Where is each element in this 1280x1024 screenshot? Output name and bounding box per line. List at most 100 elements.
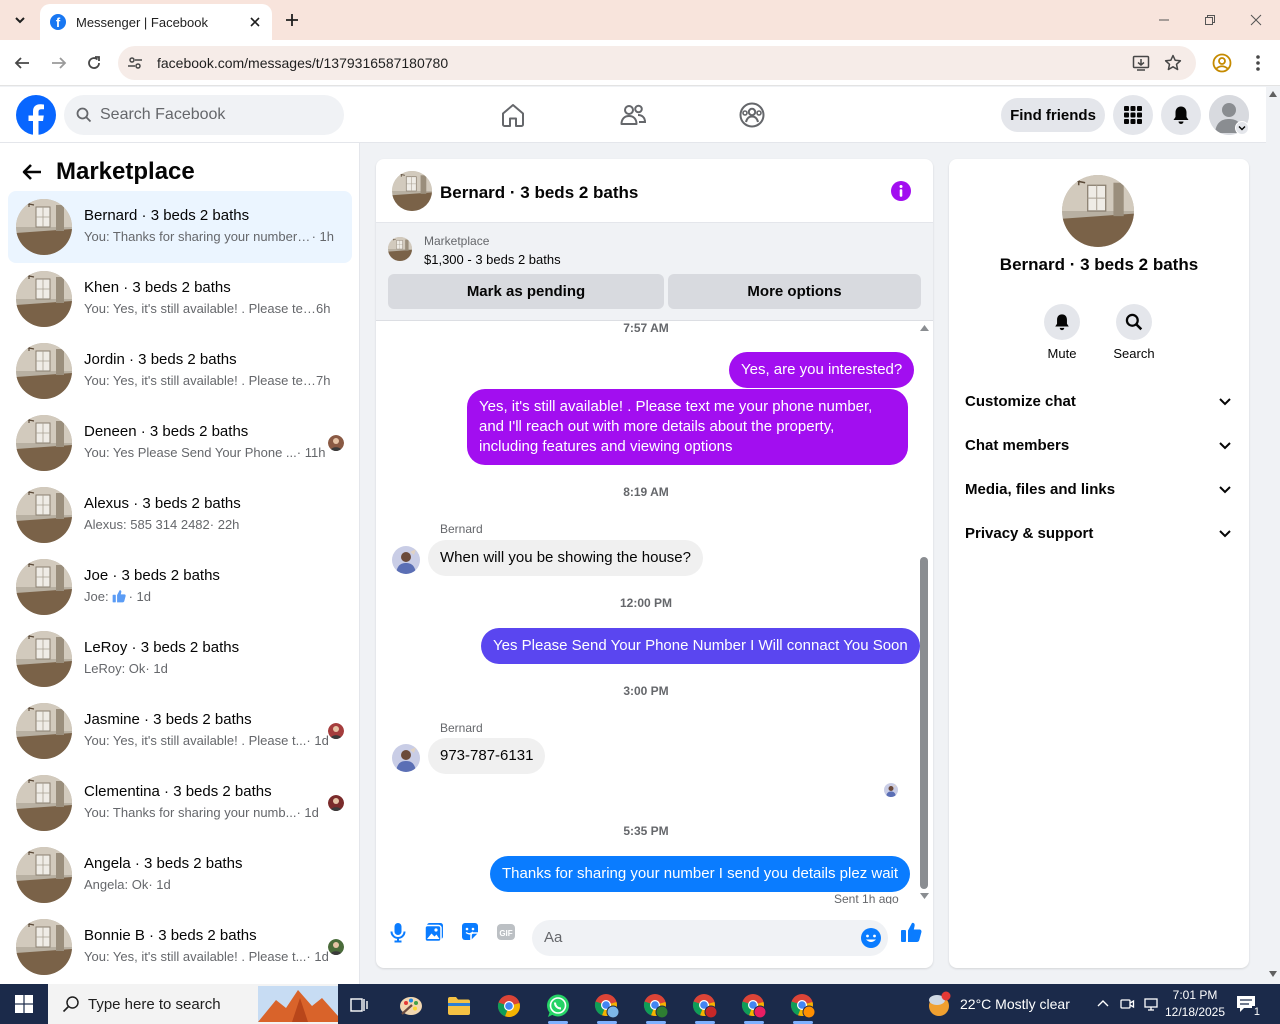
taskbar-app-chrome-profile-2[interactable] xyxy=(636,988,676,1024)
message-bubble-incoming[interactable]: When will you be showing the house? xyxy=(428,540,703,576)
like-thumb-icon[interactable] xyxy=(899,920,923,944)
message-input[interactable]: Aa xyxy=(532,920,888,956)
row-label: Customize chat xyxy=(965,392,1076,410)
nav-groups[interactable] xyxy=(738,101,766,129)
browser-tab-active[interactable]: f Messenger | Facebook xyxy=(40,4,272,40)
sticker-icon[interactable] xyxy=(459,921,481,943)
nav-home[interactable] xyxy=(499,101,527,129)
taskbar-app-file-explorer[interactable] xyxy=(439,988,479,1024)
chat-avatar[interactable] xyxy=(392,171,432,211)
chevron-up-icon[interactable] xyxy=(1095,996,1111,1012)
taskbar-app-chrome-profile-1[interactable] xyxy=(587,988,627,1024)
emoji-icon[interactable] xyxy=(860,927,882,949)
listing-thumbnail[interactable] xyxy=(388,237,412,261)
listing-title[interactable]: $1,300 - 3 beds 2 baths xyxy=(424,252,561,267)
taskbar-app-chrome-profile-4[interactable] xyxy=(734,988,774,1024)
find-friends-button[interactable]: Find friends xyxy=(1001,98,1105,132)
back-button[interactable] xyxy=(11,52,33,74)
photo-icon[interactable] xyxy=(423,921,445,943)
meet-now-icon[interactable] xyxy=(1119,996,1135,1012)
palette-icon xyxy=(400,997,422,1015)
conversation-item[interactable]: Joe · 3 beds 2 baths Joe: · 1d xyxy=(8,551,352,623)
mute-button[interactable]: Mute xyxy=(1032,304,1092,361)
taskbar-app-chrome[interactable] xyxy=(489,988,529,1024)
message-bubble-outgoing[interactable]: Yes, it's still available! . Please text… xyxy=(467,389,908,465)
taskbar-app-whatsapp[interactable] xyxy=(538,988,578,1024)
search-icon xyxy=(1125,313,1143,331)
conversation-item[interactable]: Bonnie B · 3 beds 2 baths You: Yes, it's … xyxy=(8,911,352,983)
mark-as-pending-button[interactable]: Mark as pending xyxy=(388,274,664,309)
taskbar-clock[interactable]: 7:01 PM 12/18/2025 xyxy=(1160,987,1230,1021)
taskbar-app-chrome-profile-5[interactable] xyxy=(783,988,823,1024)
details-avatar[interactable] xyxy=(1062,175,1134,247)
clock-date: 12/18/2025 xyxy=(1164,1005,1226,1019)
scrollbar-thumb[interactable] xyxy=(920,557,928,889)
site-settings-icon[interactable] xyxy=(126,54,144,72)
conversation-item[interactable]: Angela · 3 beds 2 baths Angela: Ok · 1d xyxy=(8,839,352,911)
weather-widget[interactable]: 22°C Mostly clear xyxy=(926,984,1070,1024)
seen-avatar xyxy=(328,795,344,811)
sender-avatar[interactable] xyxy=(392,546,420,574)
search-in-chat-button[interactable]: Search xyxy=(1104,304,1164,361)
tab-search-button[interactable] xyxy=(8,9,32,31)
message-placeholder: Aa xyxy=(544,929,563,946)
gif-icon[interactable]: GIF xyxy=(495,921,517,943)
page-scrollbar[interactable] xyxy=(1266,87,1280,984)
back-arrow-icon[interactable] xyxy=(20,160,44,184)
close-window-button[interactable] xyxy=(1246,10,1266,30)
profile-button[interactable] xyxy=(1211,52,1233,74)
conversation-item[interactable]: Khen · 3 beds 2 baths You: Yes, it's stil… xyxy=(8,263,352,335)
conversation-item[interactable]: Deneen · 3 beds 2 baths You: Yes Please S… xyxy=(8,407,352,479)
microphone-icon[interactable] xyxy=(387,921,409,943)
address-bar[interactable]: facebook.com/messages/t/1379316587180780 xyxy=(118,46,1196,80)
account-chevron-icon[interactable] xyxy=(1235,121,1249,135)
taskbar-search-box[interactable]: Type here to search xyxy=(48,984,338,1024)
conversation-item[interactable]: Alexus · 3 beds 2 baths Alexus: 585 314 2… xyxy=(8,479,352,551)
conversation-item[interactable]: Bernard · 3 beds 2 baths You: Thanks for … xyxy=(8,191,352,263)
facebook-search-input[interactable]: Search Facebook xyxy=(64,95,344,135)
notification-center-button[interactable]: 1 xyxy=(1236,994,1262,1018)
chat-title[interactable]: Bernard · 3 beds 2 baths xyxy=(440,183,638,203)
message-bubble-outgoing[interactable]: Yes Please Send Your Phone Number I Will… xyxy=(481,628,920,664)
task-view-button[interactable] xyxy=(340,988,380,1024)
media-files-links-row[interactable]: Media, files and links xyxy=(957,467,1241,511)
privacy-support-row[interactable]: Privacy & support xyxy=(957,511,1241,555)
conversation-avatar xyxy=(16,847,72,903)
forward-button[interactable] xyxy=(48,52,70,74)
conversation-item[interactable]: Clementina · 3 beds 2 baths You: Thanks f… xyxy=(8,767,352,839)
browser-menu-button[interactable] xyxy=(1247,52,1269,74)
taskbar-app-chrome-profile-3[interactable] xyxy=(685,988,725,1024)
message-bubble-outgoing[interactable]: Thanks for sharing your number I send yo… xyxy=(490,856,911,892)
snippet-text: You: Yes, it's still available! . Please… xyxy=(84,301,316,316)
customize-chat-row[interactable]: Customize chat xyxy=(957,379,1241,423)
menu-button[interactable] xyxy=(1113,95,1153,135)
new-tab-button[interactable] xyxy=(282,10,302,30)
nav-friends[interactable] xyxy=(619,101,647,129)
bookmark-star-icon[interactable] xyxy=(1164,54,1182,72)
minimize-button[interactable] xyxy=(1154,10,1174,30)
taskbar-app-paint[interactable] xyxy=(391,988,431,1024)
sender-avatar[interactable] xyxy=(392,744,420,772)
install-app-icon[interactable] xyxy=(1132,54,1150,72)
chat-members-row[interactable]: Chat members xyxy=(957,423,1241,467)
room-photo-icon xyxy=(1062,175,1134,247)
arrow-left-icon xyxy=(14,57,29,69)
conversation-item[interactable]: Jasmine · 3 beds 2 baths You: Yes, it's s… xyxy=(8,695,352,767)
facebook-logo-icon[interactable] xyxy=(16,95,56,135)
notifications-button[interactable] xyxy=(1161,95,1201,135)
network-icon[interactable] xyxy=(1143,996,1159,1012)
reload-button[interactable] xyxy=(83,52,105,74)
tab-close-icon[interactable] xyxy=(248,15,262,29)
message-bubble-incoming[interactable]: 973-787-6131 xyxy=(428,738,546,774)
chrome-profile-icon xyxy=(594,994,620,1019)
more-options-button[interactable]: More options xyxy=(668,274,921,309)
conversation-item[interactable]: Jordin · 3 beds 2 baths You: Yes, it's st… xyxy=(8,335,352,407)
start-button[interactable] xyxy=(0,984,48,1024)
reload-icon xyxy=(88,56,100,69)
conversation-item[interactable]: LeRoy · 3 beds 2 baths LeRoy: Ok · 1d xyxy=(8,623,352,695)
chevron-down-icon xyxy=(1219,486,1231,494)
restore-button[interactable] xyxy=(1200,10,1220,30)
info-icon[interactable] xyxy=(890,180,912,202)
message-scrollbar[interactable] xyxy=(916,321,933,904)
message-bubble-outgoing[interactable]: Yes, are you interested? xyxy=(729,352,915,388)
